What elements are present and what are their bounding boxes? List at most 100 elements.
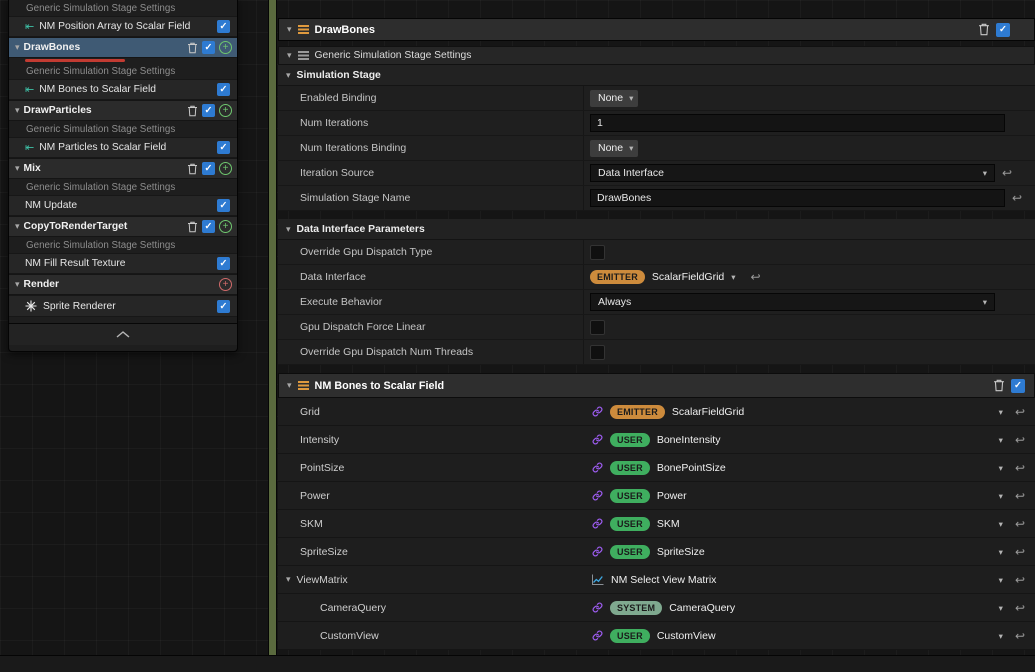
delete-stage-button[interactable] (187, 221, 198, 233)
add-module-button[interactable]: + (219, 162, 232, 175)
module-enabled-checkbox[interactable]: ✓ (217, 257, 230, 270)
chevron-down-icon[interactable]: ▾ (999, 603, 1003, 612)
num-iterations-input[interactable]: 1 (590, 114, 1005, 132)
data-interface-value[interactable]: ScalarFieldGrid (652, 271, 724, 283)
generic-settings-subheader[interactable]: ▾ Generic Simulation Stage Settings (278, 46, 1035, 65)
category-label: Data Interface Parameters (296, 223, 425, 235)
param-value[interactable]: BonePointSize (657, 462, 726, 474)
enabled-binding-dropdown[interactable]: None ▾ (590, 89, 639, 107)
chevron-down-icon[interactable]: ▾ (15, 222, 20, 231)
reset-to-default-button[interactable]: ↩ (1015, 630, 1025, 642)
delete-stage-button[interactable] (187, 42, 198, 54)
reset-to-default-button[interactable]: ↩ (1015, 546, 1025, 558)
chevron-down-icon[interactable]: ▾ (999, 463, 1003, 472)
chevron-down-icon[interactable]: ▾ (287, 51, 292, 60)
reset-to-default-button[interactable]: ↩ (1015, 490, 1025, 502)
param-label: Power (300, 489, 330, 502)
module-enabled-checkbox[interactable]: ✓ (217, 199, 230, 212)
chevron-down-icon[interactable]: ▾ (286, 70, 291, 80)
delete-stage-button[interactable] (187, 105, 198, 117)
stack-module-nm-fill-result-texture[interactable]: NM Fill Result Texture ✓ (9, 253, 237, 274)
reset-to-default-button[interactable]: ↩ (1015, 434, 1025, 446)
param-value[interactable]: ScalarFieldGrid (672, 406, 744, 418)
stage-enabled-checkbox[interactable]: ✓ (202, 220, 215, 233)
module-enabled-checkbox[interactable]: ✓ (217, 141, 230, 154)
chevron-down-icon[interactable]: ▾ (999, 547, 1003, 556)
delete-stage-button[interactable] (187, 163, 198, 175)
details-header-drawbones[interactable]: ▾ DrawBones ✓ (278, 18, 1035, 41)
module-header-nm-bones-to-scalar-field[interactable]: ▾ NM Bones to Scalar Field ✓ (278, 373, 1035, 398)
chevron-down-icon[interactable]: ▾ (999, 575, 1003, 584)
delete-stage-button[interactable] (978, 23, 990, 36)
reset-to-default-button[interactable]: ↩ (1015, 406, 1025, 418)
stage-enabled-checkbox[interactable]: ✓ (202, 41, 215, 54)
module-label: NM Position Array to Scalar Field (39, 21, 191, 32)
add-module-button[interactable]: + (219, 104, 232, 117)
reset-to-default-button[interactable]: ↩ (1015, 574, 1025, 586)
add-module-button[interactable]: + (219, 41, 232, 54)
stack-renderer-sprite[interactable]: Sprite Renderer ✓ (9, 295, 237, 317)
chevron-down-icon[interactable]: ▾ (15, 43, 20, 52)
property-label: Data Interface (300, 271, 366, 283)
stack-module-nm-position-array-to-scalar-field[interactable]: ⇤ NM Position Array to Scalar Field ✓ (9, 16, 237, 37)
stack-group-drawbones[interactable]: ▾ DrawBones ✓ + (9, 37, 237, 58)
module-label: NM Particles to Scalar Field (39, 142, 167, 153)
num-iterations-binding-dropdown[interactable]: None ▾ (590, 139, 639, 157)
stack-group-render[interactable]: ▾ Render + (9, 274, 237, 295)
delete-module-button[interactable] (993, 379, 1005, 392)
chevron-down-icon[interactable]: ▾ (15, 164, 20, 173)
reset-to-default-button[interactable]: ↩ (1015, 518, 1025, 530)
stage-enabled-checkbox[interactable]: ✓ (202, 104, 215, 117)
module-enabled-checkbox[interactable]: ✓ (1011, 378, 1025, 393)
param-value[interactable]: CameraQuery (669, 602, 735, 614)
add-renderer-button[interactable]: + (219, 278, 232, 291)
simulation-stage-name-input[interactable]: DrawBones (590, 189, 1005, 207)
chevron-down-icon[interactable]: ▾ (286, 575, 291, 584)
param-value[interactable]: SKM (657, 518, 680, 530)
stage-enabled-checkbox[interactable]: ✓ (202, 162, 215, 175)
reset-to-default-button[interactable]: ↩ (1002, 167, 1012, 179)
param-value[interactable]: NM Select View Matrix (611, 574, 716, 586)
stack-group-drawparticles[interactable]: ▾ DrawParticles ✓ + (9, 100, 237, 121)
collapse-stack-button[interactable] (9, 323, 237, 345)
reset-to-default-button[interactable]: ↩ (1012, 192, 1022, 204)
chevron-down-icon[interactable]: ▾ (286, 224, 291, 234)
chevron-down-icon[interactable]: ▾ (731, 273, 735, 282)
chevron-down-icon[interactable]: ▾ (999, 519, 1003, 528)
chevron-down-icon[interactable]: ▾ (999, 631, 1003, 640)
gpu-dispatch-force-linear-checkbox[interactable] (590, 319, 605, 335)
param-value[interactable]: CustomView (657, 630, 716, 642)
stack-group-copytorendertarget[interactable]: ▾ CopyToRenderTarget ✓ + (9, 216, 237, 237)
stack-module-nm-bones-to-scalar-field[interactable]: ⇤ NM Bones to Scalar Field ✓ (9, 79, 237, 100)
user-namespace-badge: USER (610, 628, 650, 643)
iteration-source-dropdown[interactable]: Data Interface ▾ (590, 164, 995, 182)
chevron-down-icon[interactable]: ▾ (999, 407, 1003, 416)
stack-module-nm-particles-to-scalar-field[interactable]: ⇤ NM Particles to Scalar Field ✓ (9, 137, 237, 158)
reset-to-default-button[interactable]: ↩ (1015, 602, 1025, 614)
stack-module-nm-update[interactable]: NM Update ✓ (9, 195, 237, 216)
reset-to-default-button[interactable]: ↩ (1015, 462, 1025, 474)
property-row-num-iterations-binding: Num Iterations Binding None ▾ (278, 136, 1035, 161)
param-value[interactable]: BoneIntensity (657, 434, 721, 446)
stage-enabled-checkbox[interactable]: ✓ (996, 22, 1010, 37)
module-enabled-checkbox[interactable]: ✓ (217, 83, 230, 96)
execute-behavior-dropdown[interactable]: Always ▾ (590, 293, 995, 311)
chevron-down-icon[interactable]: ▾ (999, 435, 1003, 444)
add-module-button[interactable]: + (219, 220, 232, 233)
module-enabled-checkbox[interactable]: ✓ (217, 20, 230, 33)
settings-icon (297, 51, 309, 60)
renderer-enabled-checkbox[interactable]: ✓ (217, 299, 230, 313)
stack-group-mix[interactable]: ▾ Mix ✓ + (9, 158, 237, 179)
category-data-interface-parameters[interactable]: ▾ Data Interface Parameters (278, 219, 1035, 240)
override-gpu-dispatch-num-threads-checkbox[interactable] (590, 344, 605, 360)
chevron-down-icon[interactable]: ▾ (287, 25, 292, 34)
category-simulation-stage[interactable]: ▾ Simulation Stage (278, 65, 1035, 86)
param-value[interactable]: SpriteSize (657, 546, 705, 558)
reset-to-default-button[interactable]: ↩ (751, 271, 761, 283)
chevron-down-icon[interactable]: ▾ (287, 381, 292, 390)
param-value[interactable]: Power (657, 490, 687, 502)
chevron-down-icon[interactable]: ▾ (15, 280, 20, 289)
chevron-down-icon[interactable]: ▾ (999, 491, 1003, 500)
chevron-down-icon[interactable]: ▾ (15, 106, 20, 115)
override-gpu-dispatch-type-checkbox[interactable] (590, 244, 605, 260)
